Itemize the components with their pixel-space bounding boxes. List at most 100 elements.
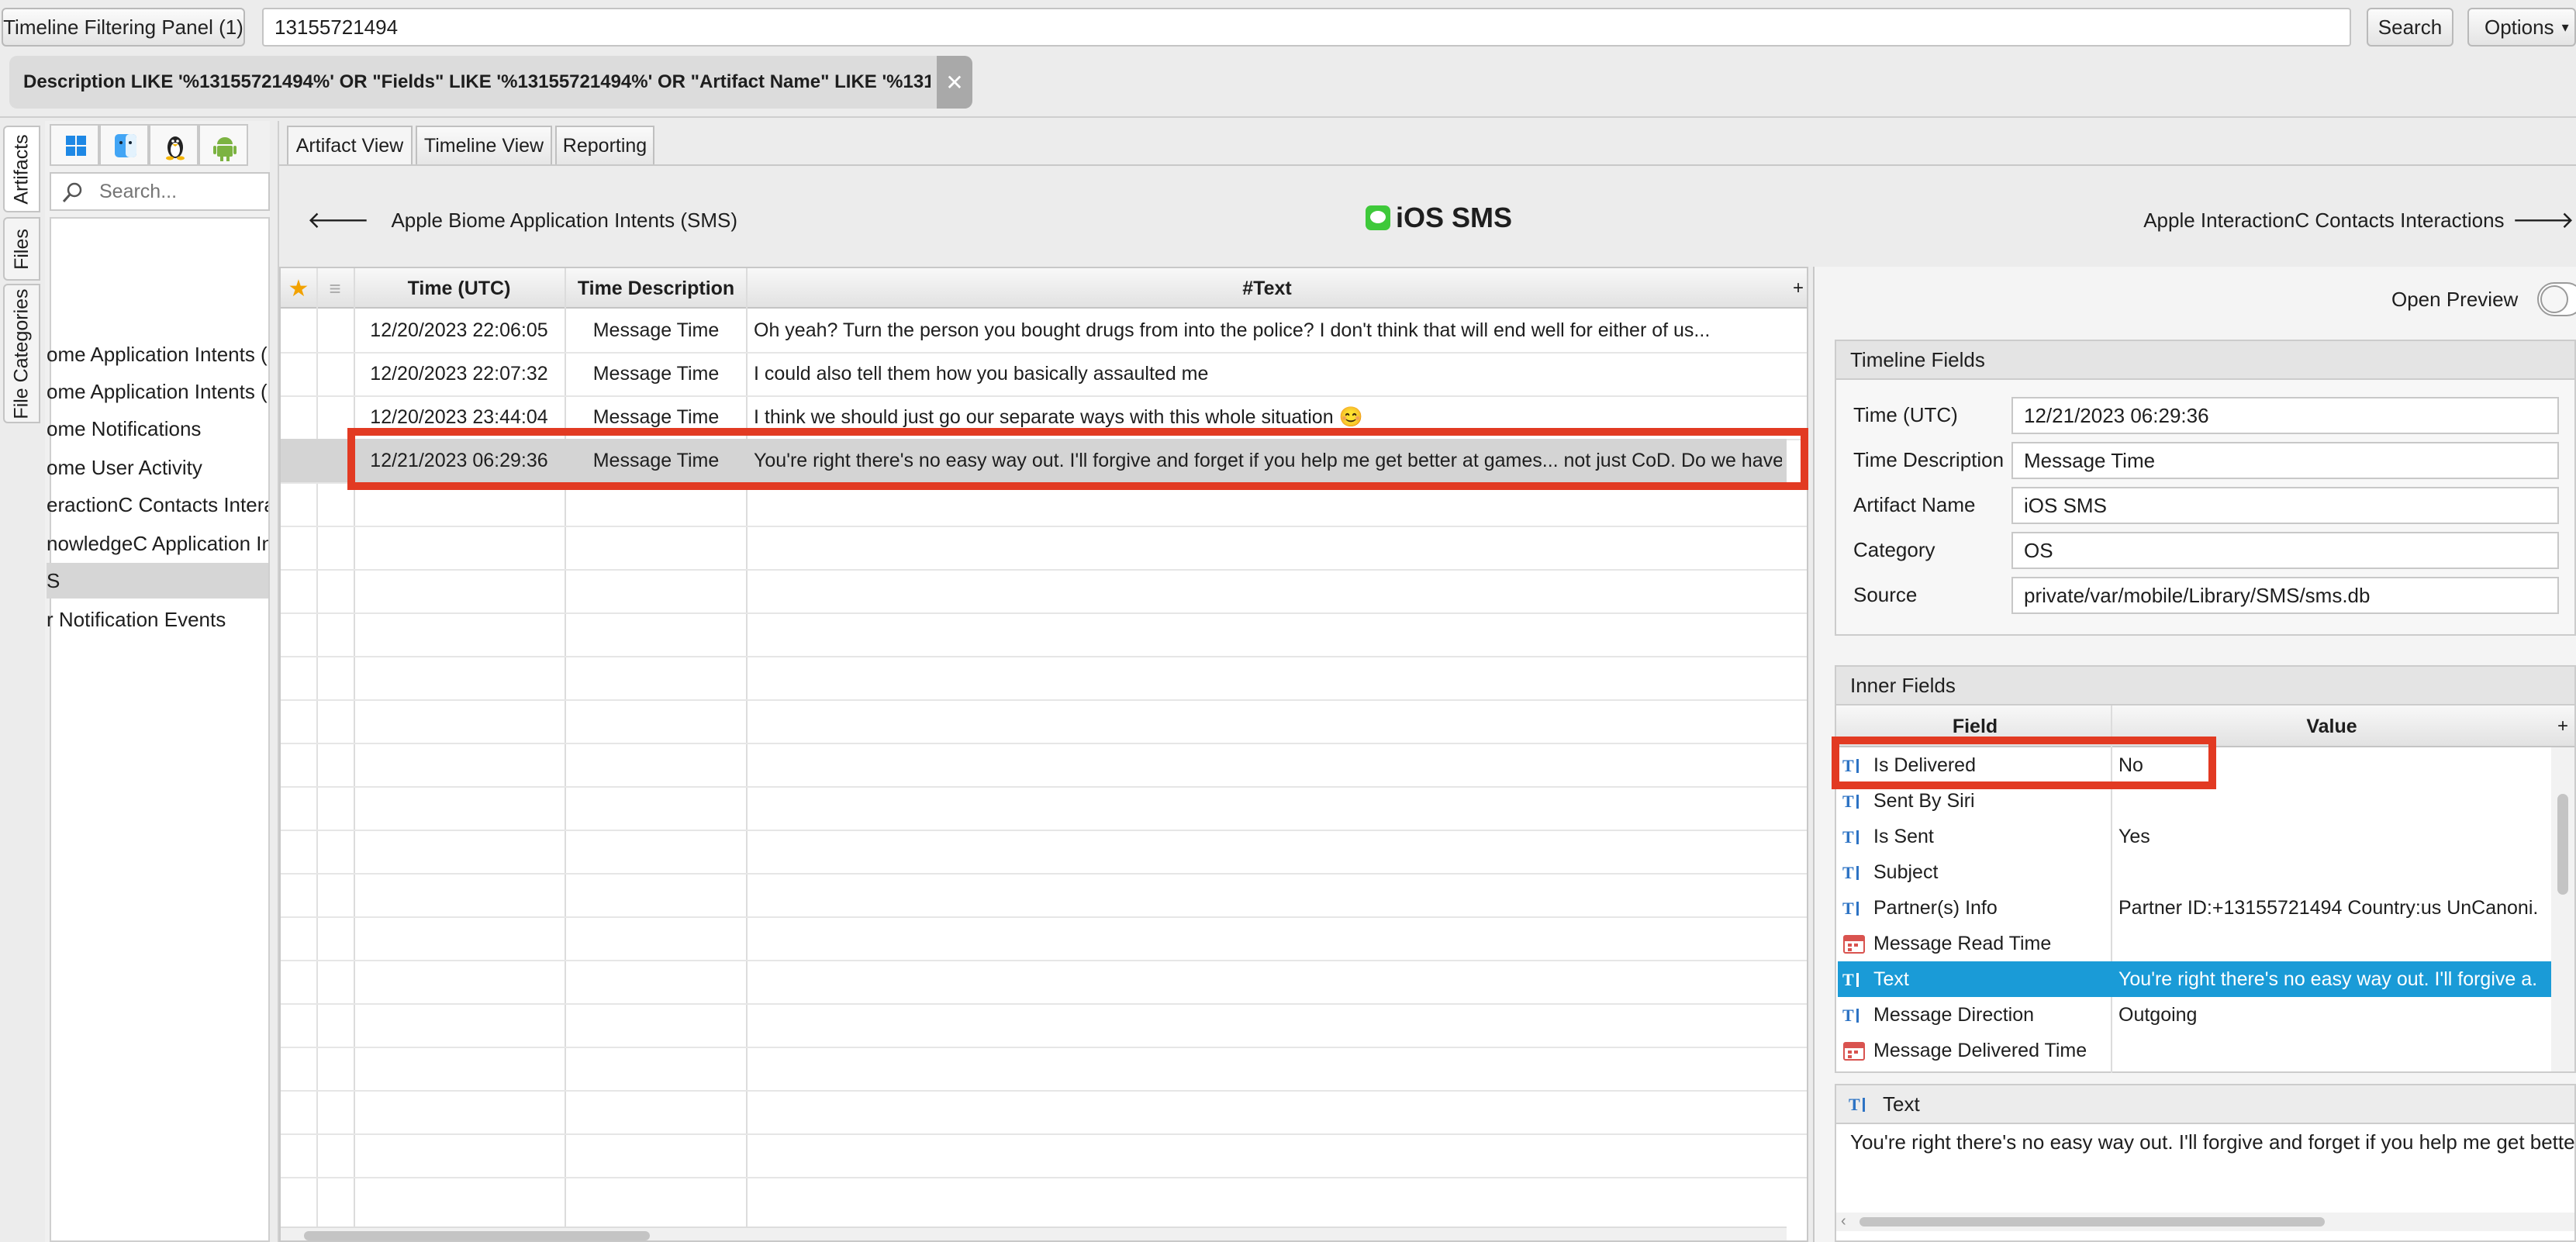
sidebar-item[interactable]: r Notification Events bbox=[47, 602, 268, 637]
scrollbar-thumb[interactable] bbox=[2557, 794, 2568, 895]
add-column-button[interactable]: + bbox=[1787, 268, 1807, 309]
sidebar-item[interactable]: ome Notifications bbox=[47, 411, 268, 447]
linux-filter-button[interactable] bbox=[149, 124, 199, 166]
close-icon: ✕ bbox=[945, 70, 964, 95]
calendar-icon bbox=[1843, 935, 1865, 954]
time-cell: 12/20/2023 22:06:05 bbox=[370, 319, 548, 341]
scrollbar-thumb[interactable] bbox=[304, 1231, 650, 1240]
sidebar-item[interactable]: nowledgeC Application Inte bbox=[47, 526, 268, 561]
highlight-box bbox=[347, 428, 1808, 490]
description-cell: Message Time bbox=[592, 362, 720, 385]
field-value: Yes bbox=[2118, 825, 2150, 847]
windows-filter-button[interactable] bbox=[50, 124, 99, 166]
row-divider bbox=[281, 526, 1807, 527]
svg-text:T: T bbox=[1842, 1006, 1854, 1025]
row-divider bbox=[281, 569, 1807, 571]
description-cell: Message Time bbox=[592, 319, 720, 341]
row-divider bbox=[281, 1003, 1807, 1005]
artifact-title: iOS SMS bbox=[1365, 198, 1551, 237]
inner-field-row[interactable]: T Is Sent Yes bbox=[1838, 819, 2551, 854]
field-value-source[interactable]: private/var/mobile/Library/SMS/sms.db bbox=[2011, 577, 2559, 614]
sidebar-search-field[interactable] bbox=[50, 172, 270, 211]
filter-chip-text: Description LIKE '%13155721494%' OR "Fie… bbox=[23, 71, 931, 92]
inner-field-row[interactable]: T Subject bbox=[1838, 854, 2551, 890]
star-icon: ★ bbox=[288, 275, 309, 302]
filter-close-button[interactable]: ✕ bbox=[937, 56, 972, 109]
field-value bbox=[2118, 1033, 2537, 1068]
tab-timeline-view[interactable]: Timeline View bbox=[416, 126, 552, 164]
column-header-text[interactable]: #Text bbox=[748, 268, 1787, 309]
row-divider bbox=[281, 656, 1807, 657]
row-divider bbox=[281, 699, 1807, 701]
text-preview-scrollbar[interactable]: ‹ bbox=[1836, 1213, 2574, 1231]
tab-artifact-view[interactable]: Artifact View bbox=[287, 126, 413, 164]
field-label-category: Category bbox=[1853, 538, 1935, 561]
prev-artifact-link[interactable]: 🡐 Apple Biome Application Intents (SMS) bbox=[307, 203, 737, 237]
field-label-time-description: Time Description bbox=[1853, 448, 2005, 471]
sidebar-item[interactable]: ome Application Intents (S bbox=[47, 374, 268, 409]
row-divider bbox=[281, 612, 1807, 614]
text-field-icon: T bbox=[1842, 970, 1859, 989]
tab-artifacts[interactable]: Artifacts bbox=[3, 126, 40, 212]
tab-strip-divider bbox=[279, 164, 2576, 166]
inner-field-row[interactable]: Message Delivered Time bbox=[1838, 1033, 2551, 1068]
row-divider bbox=[281, 960, 1807, 961]
add-column-button[interactable]: + bbox=[2551, 706, 2574, 747]
table-row[interactable]: 12/20/2023 22:07:32 Message Time I could… bbox=[281, 352, 1787, 395]
inner-fields-title: Inner Fields bbox=[1850, 673, 1956, 697]
timeline-filtering-panel-button[interactable]: Timeline Filtering Panel (1) bbox=[2, 8, 245, 47]
list-icon: ≡ bbox=[329, 276, 341, 300]
menu-column-header[interactable]: ≡ bbox=[316, 268, 354, 309]
artifact-title-text: iOS SMS bbox=[1396, 202, 1513, 233]
inner-field-row[interactable]: T Partner(s) Info Partner ID:+1315572149… bbox=[1838, 890, 2551, 926]
sidebar-search-input[interactable] bbox=[98, 178, 261, 205]
calendar-icon bbox=[1843, 1042, 1865, 1061]
tab-files[interactable]: Files bbox=[3, 217, 40, 281]
text-preview-title: Text bbox=[1883, 1092, 1920, 1116]
svg-text:T: T bbox=[1842, 792, 1854, 811]
field-label-time: Time (UTC) bbox=[1853, 403, 1958, 426]
inner-field-row[interactable]: Message Read Time bbox=[1838, 926, 2551, 961]
svg-text:T: T bbox=[1842, 970, 1854, 989]
inner-fields-scrollbar[interactable] bbox=[2551, 747, 2574, 1071]
macos-filter-button[interactable] bbox=[99, 124, 149, 166]
tab-file-categories[interactable]: File Categories bbox=[3, 284, 40, 423]
field-value-time[interactable]: 12/21/2023 06:29:36 bbox=[2011, 397, 2559, 434]
text-field-icon: T bbox=[1842, 827, 1859, 847]
arrow-right-icon: 🡒 bbox=[2512, 208, 2574, 233]
open-preview-toggle[interactable] bbox=[2537, 282, 2576, 316]
column-header-time[interactable]: Time (UTC) bbox=[354, 268, 565, 309]
plus-icon: + bbox=[2557, 716, 2568, 737]
linux-icon bbox=[166, 136, 185, 160]
chevron-down-icon: ▾ bbox=[2561, 19, 2569, 35]
sidebar-item[interactable]: ome Application Intents (C bbox=[47, 336, 268, 372]
table-row[interactable]: 12/20/2023 22:06:05 Message Time Oh yeah… bbox=[281, 309, 1787, 352]
field-value-artifact-name[interactable]: iOS SMS bbox=[2011, 487, 2559, 524]
messages-icon bbox=[1366, 205, 1390, 230]
scrollbar-thumb[interactable] bbox=[1859, 1217, 2325, 1226]
inner-field-row[interactable]: T Message Direction Outgoing bbox=[1838, 997, 2551, 1033]
tab-reporting[interactable]: Reporting bbox=[555, 126, 654, 164]
field-value: Partner ID:+13155721494 Country:us UnCan… bbox=[2118, 896, 2537, 919]
sidebar-item[interactable]: ome User Activity bbox=[47, 450, 268, 485]
field-name: Is Sent bbox=[1873, 825, 1934, 847]
field-value-category[interactable]: OS bbox=[2011, 532, 2559, 569]
search-input[interactable]: 13155721494 bbox=[262, 8, 2351, 47]
search-button[interactable]: Search bbox=[2367, 8, 2453, 47]
horizontal-scrollbar[interactable] bbox=[281, 1226, 1787, 1240]
toggle-knob bbox=[2540, 285, 2568, 313]
column-header-description[interactable]: Time Description bbox=[566, 268, 746, 309]
star-column-header[interactable]: ★ bbox=[281, 268, 316, 309]
field-name: Text bbox=[1873, 968, 1909, 990]
text-preview-header bbox=[1835, 1084, 2576, 1124]
next-artifact-link[interactable]: Apple InteractionC Contacts Interactions… bbox=[2143, 203, 2574, 237]
scroll-left-arrow[interactable]: ‹ bbox=[1841, 1213, 1846, 1230]
sidebar-item-selected[interactable]: S bbox=[47, 563, 268, 599]
sidebar-item[interactable]: eractionC Contacts Intera bbox=[47, 487, 268, 523]
options-button[interactable]: Options ▾ bbox=[2467, 8, 2576, 47]
field-value-time-description[interactable]: Message Time bbox=[2011, 442, 2559, 479]
field-value bbox=[2118, 926, 2537, 961]
inner-field-row-selected[interactable]: T Text You're right there's no easy way … bbox=[1838, 961, 2551, 997]
options-label: Options bbox=[2484, 15, 2554, 39]
android-filter-button[interactable] bbox=[199, 124, 248, 166]
